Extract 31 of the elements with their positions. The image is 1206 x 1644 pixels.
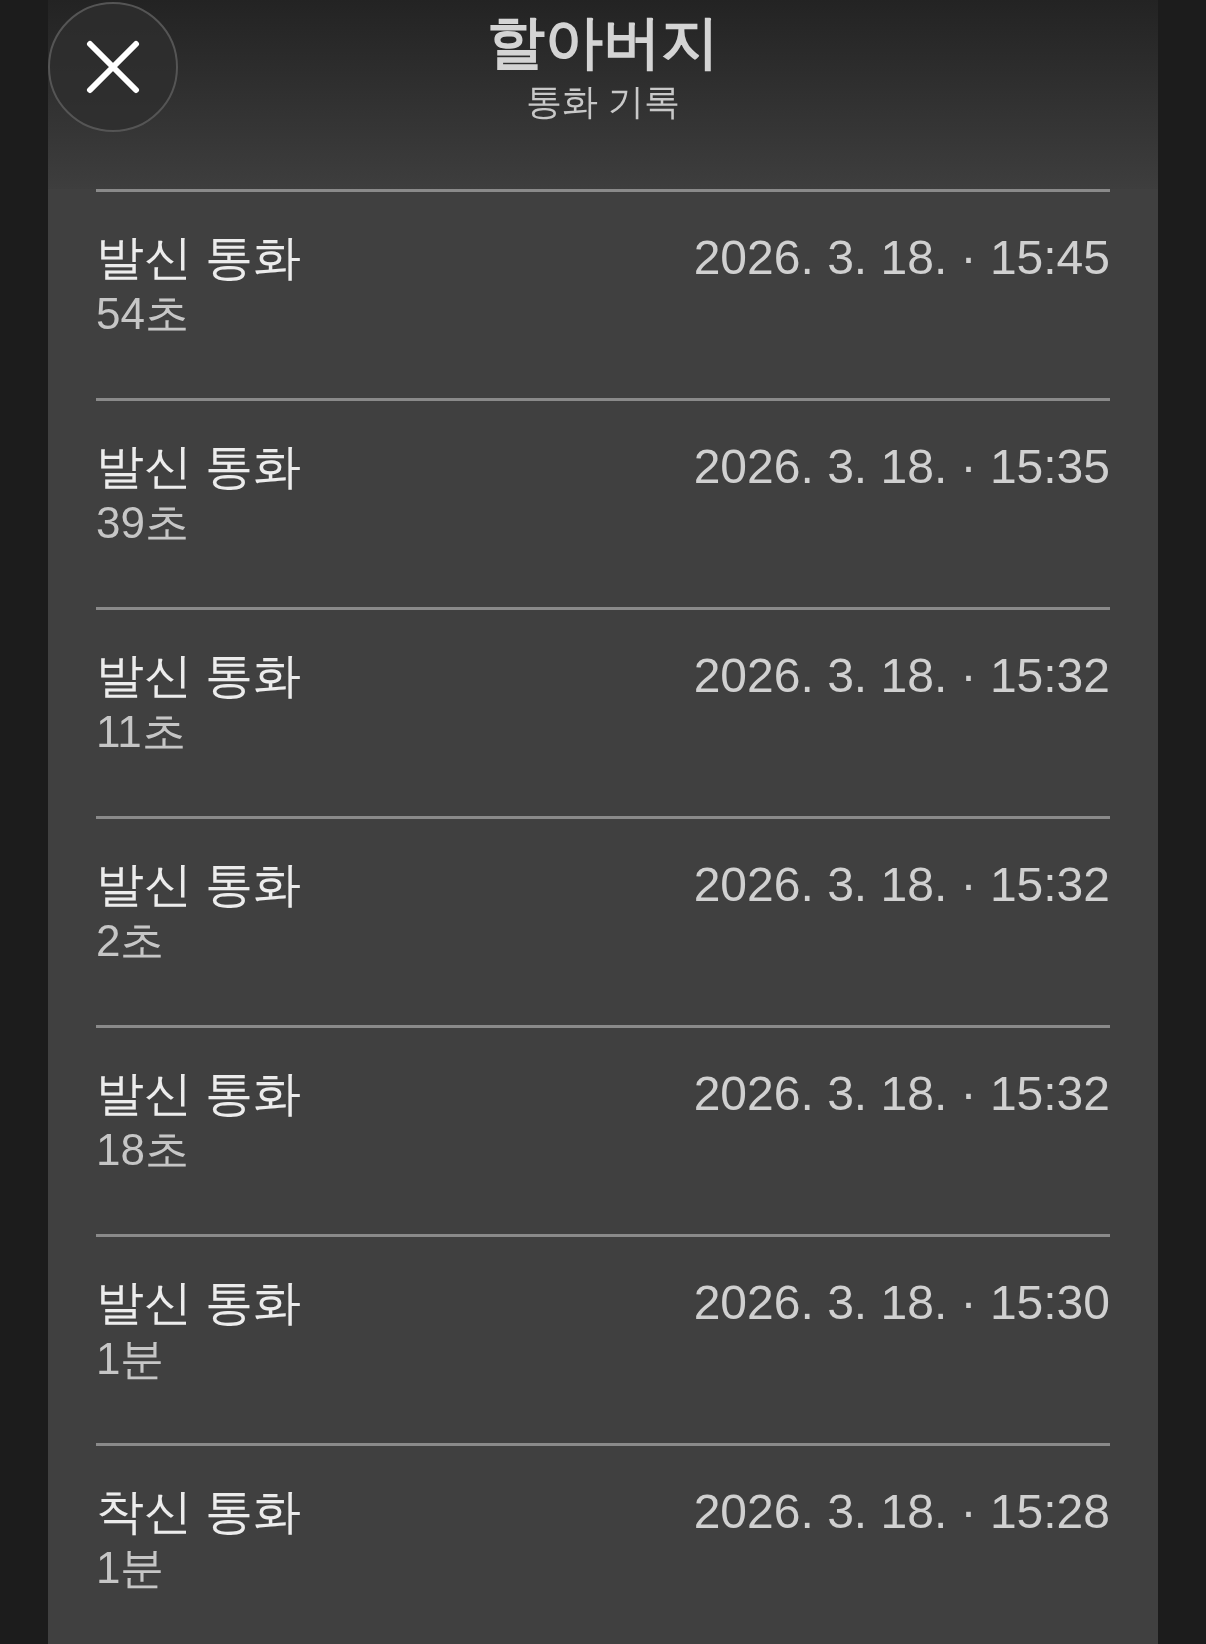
call-type: 발신 통화 xyxy=(96,439,302,495)
call-time: 2026. 3. 18. · 15:28 xyxy=(693,1484,1110,1540)
call-duration: 54초 xyxy=(96,288,190,340)
call-row[interactable]: 발신 통화 1분 2026. 3. 18. · 15:30 xyxy=(96,1234,1110,1443)
call-type: 발신 통화 xyxy=(96,857,302,913)
call-duration: 1분 xyxy=(96,1333,166,1385)
call-row[interactable]: 발신 통화 2초 2026. 3. 18. · 15:32 xyxy=(96,816,1110,1025)
call-row[interactable]: 발신 통화 11초 2026. 3. 18. · 15:32 xyxy=(96,607,1110,816)
call-time: 2026. 3. 18. · 15:32 xyxy=(693,857,1110,913)
call-time: 2026. 3. 18. · 15:32 xyxy=(693,648,1110,704)
call-type: 발신 통화 xyxy=(96,648,302,704)
call-time: 2026. 3. 18. · 15:30 xyxy=(693,1275,1110,1331)
call-duration: 18초 xyxy=(96,1124,190,1176)
contact-name: 할아버지 xyxy=(487,8,719,76)
header-subtitle: 통화 기록 xyxy=(526,80,680,124)
call-row[interactable]: 발신 통화 18초 2026. 3. 18. · 15:32 xyxy=(96,1025,1110,1234)
call-time: 2026. 3. 18. · 15:45 xyxy=(693,230,1110,286)
call-row[interactable]: 발신 통화 54초 2026. 3. 18. · 15:45 xyxy=(96,189,1110,398)
call-type: 발신 통화 xyxy=(96,1066,302,1122)
call-row[interactable]: 착신 통화 1분 2026. 3. 18. · 15:28 xyxy=(96,1443,1110,1644)
call-row[interactable]: 발신 통화 39초 2026. 3. 18. · 15:35 xyxy=(96,398,1110,607)
call-time: 2026. 3. 18. · 15:35 xyxy=(693,439,1110,495)
call-type: 발신 통화 xyxy=(96,1275,302,1331)
call-duration: 1분 xyxy=(96,1542,166,1594)
close-icon xyxy=(86,40,140,94)
call-duration: 39초 xyxy=(96,497,190,549)
call-duration: 11초 xyxy=(96,706,187,758)
call-type: 발신 통화 xyxy=(96,230,302,286)
call-duration: 2초 xyxy=(96,915,166,967)
call-time: 2026. 3. 18. · 15:32 xyxy=(693,1066,1110,1122)
call-type: 착신 통화 xyxy=(96,1484,302,1540)
